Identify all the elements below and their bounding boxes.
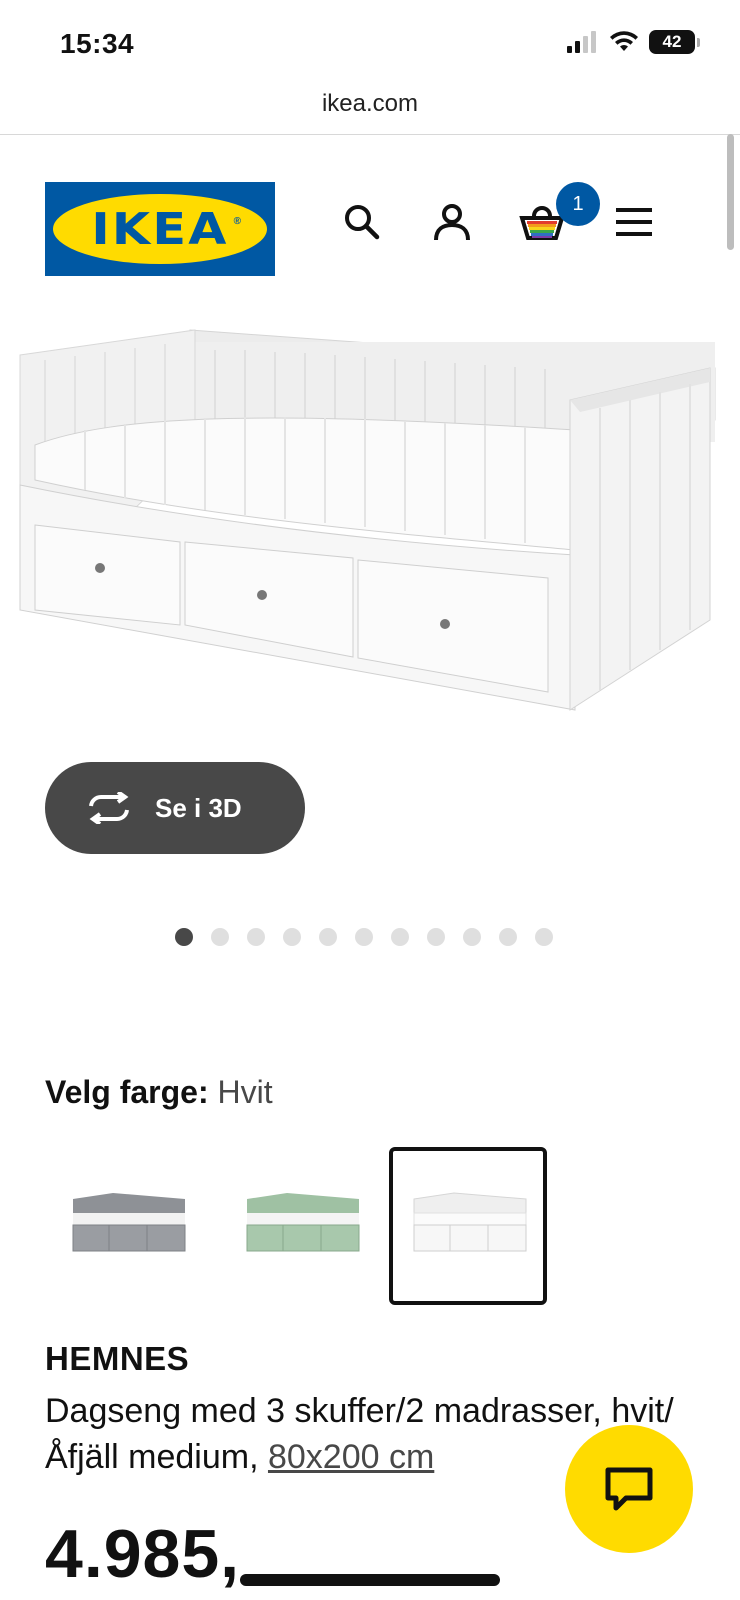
image-carousel-dots <box>175 928 553 946</box>
color-label-text: Velg farge: <box>45 1074 209 1110</box>
address-bar[interactable]: ikea.com <box>0 86 740 134</box>
chat-icon <box>605 1467 653 1511</box>
carousel-dot[interactable] <box>463 928 481 946</box>
menu-icon[interactable] <box>610 198 658 246</box>
chat-button[interactable] <box>565 1425 693 1553</box>
signal-icon <box>567 31 596 53</box>
carousel-dot[interactable] <box>355 928 373 946</box>
carousel-dot[interactable] <box>391 928 409 946</box>
account-icon[interactable] <box>428 198 476 246</box>
carousel-dot[interactable] <box>175 928 193 946</box>
carousel-dot[interactable] <box>499 928 517 946</box>
cart-count-badge: 1 <box>556 182 600 226</box>
logo-text: IKEA <box>91 204 229 255</box>
logo-oval: IKEA ® <box>53 194 267 264</box>
color-swatch-grey[interactable] <box>48 1147 206 1305</box>
view-3d-button[interactable]: Se i 3D <box>45 762 305 854</box>
color-selected-value: Hvit <box>217 1074 273 1110</box>
price-underline <box>240 1574 500 1586</box>
color-swatch-white[interactable] <box>389 1147 547 1305</box>
carousel-dot[interactable] <box>247 928 265 946</box>
product-name: HEMNES <box>45 1340 190 1377</box>
battery-level: 42 <box>662 32 682 51</box>
status-time: 15:34 <box>60 28 135 59</box>
rotate-3d-icon <box>85 792 133 824</box>
wifi-icon <box>610 31 638 51</box>
site-header: IKEA ® 1 <box>0 170 740 280</box>
carousel-dot[interactable] <box>319 928 337 946</box>
status-bar: 15:34 42 <box>0 0 740 90</box>
view-3d-label: Se i 3D <box>155 792 242 823</box>
search-icon[interactable] <box>338 198 386 246</box>
battery-tip <box>697 37 700 47</box>
product-dimension-link[interactable]: 80x200 cm <box>268 1438 434 1476</box>
product-price: 4.985, <box>45 1516 241 1592</box>
ikea-logo[interactable]: IKEA ® <box>45 182 275 276</box>
color-label: Velg farge: Hvit <box>45 1074 273 1111</box>
product-image[interactable] <box>15 320 725 730</box>
battery-icon: 42 <box>649 30 695 54</box>
carousel-dot[interactable] <box>427 928 445 946</box>
status-icons: 42 <box>567 30 700 54</box>
color-swatch-green[interactable] <box>222 1147 380 1305</box>
carousel-dot[interactable] <box>283 928 301 946</box>
divider <box>0 134 740 135</box>
carousel-dot[interactable] <box>211 928 229 946</box>
logo-registered-mark: ® <box>233 216 241 227</box>
carousel-dot[interactable] <box>535 928 553 946</box>
